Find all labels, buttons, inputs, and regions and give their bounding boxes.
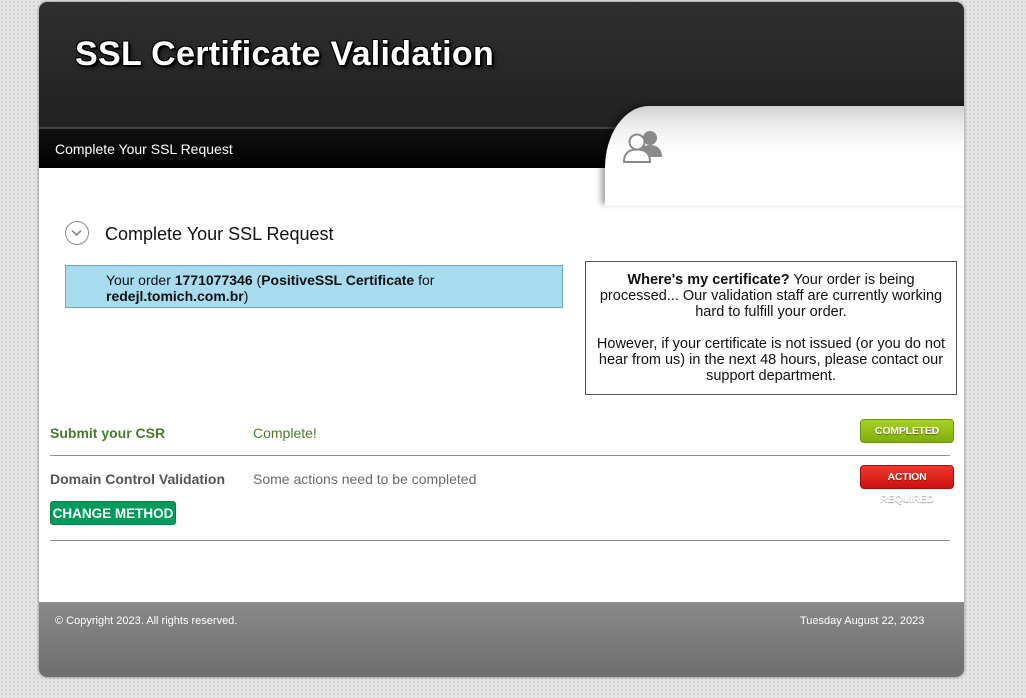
step-row-domain-validation: Domain Control Validation Some actions n… xyxy=(50,471,950,517)
certificate-info-paragraph-1: Where's my certificate? Your order is be… xyxy=(594,272,948,320)
order-prefix: Your order xyxy=(106,272,175,288)
order-for: for xyxy=(414,272,435,288)
order-paren-open: ( xyxy=(252,272,262,288)
copyright-text: © Copyright 2023. All rights reserved. xyxy=(55,615,238,627)
divider xyxy=(50,540,950,541)
page-frame: SSL Certificate Validation Complete Your… xyxy=(39,2,964,677)
divider xyxy=(50,455,950,456)
step-status: Complete! xyxy=(253,425,317,441)
users-icon xyxy=(622,127,666,172)
action-required-badge[interactable]: ACTION REQUIRED xyxy=(860,465,954,505)
order-product: PositiveSSL Certificate xyxy=(261,272,415,288)
subheader-label: Complete Your SSL Request xyxy=(55,141,233,157)
order-summary: Your order 1771077346 (PositiveSSL Certi… xyxy=(65,265,563,308)
order-domain: redejl.tomich.com.br xyxy=(106,288,244,304)
step-name: Domain Control Validation xyxy=(50,471,226,487)
step-status: Some actions need to be completed xyxy=(253,471,477,487)
footer: © Copyright 2023. All rights reserved. T… xyxy=(39,602,964,677)
section-collapse-toggle[interactable] xyxy=(65,221,89,245)
order-number: 1771077346 xyxy=(174,272,253,288)
step-row-submit-csr: Submit your CSR Complete! xyxy=(50,425,950,471)
change-method-button[interactable]: CHANGE METHOD xyxy=(50,501,176,525)
certificate-info-text-2: However, if your certificate is not issu… xyxy=(596,336,946,384)
order-paren-close: ) xyxy=(243,288,249,304)
completed-badge[interactable]: COMPLETED xyxy=(860,419,954,443)
section-title: Complete Your SSL Request xyxy=(105,224,334,244)
site-title: SSL Certificate Validation xyxy=(75,35,495,73)
certificate-info-box: Where's my certificate? Your order is be… xyxy=(585,261,957,395)
footer-date: Tuesday August 22, 2023 xyxy=(800,615,925,627)
step-name: Submit your CSR xyxy=(50,425,166,441)
certificate-info-heading: Where's my certificate? xyxy=(627,272,790,288)
